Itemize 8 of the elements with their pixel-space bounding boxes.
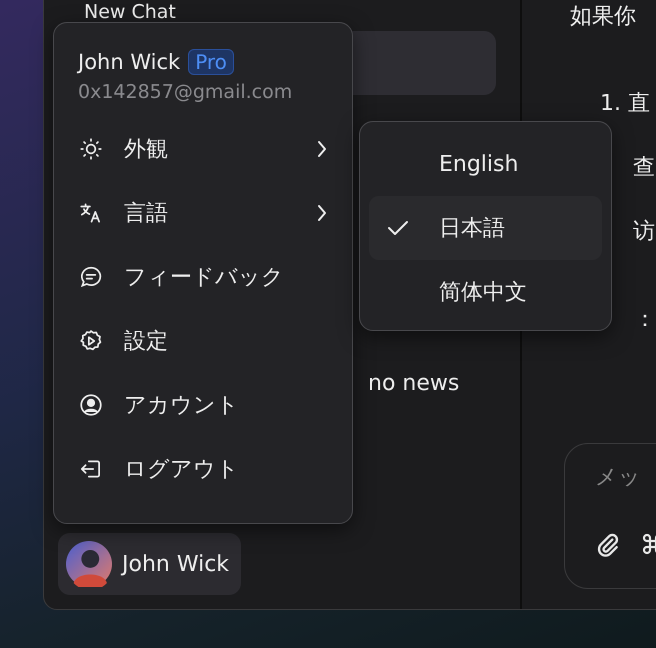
chat-text: 如果你 [570,3,636,31]
plan-badge: Pro [188,49,234,75]
chat-text: 查 [632,154,655,182]
chat-text: 1. 直 [599,90,650,118]
user-name: John Wick [78,50,180,74]
user-email: 0x142857@gmail.com [78,81,294,103]
chat-text: ： [633,306,656,334]
chat-text: 访 [632,218,655,246]
